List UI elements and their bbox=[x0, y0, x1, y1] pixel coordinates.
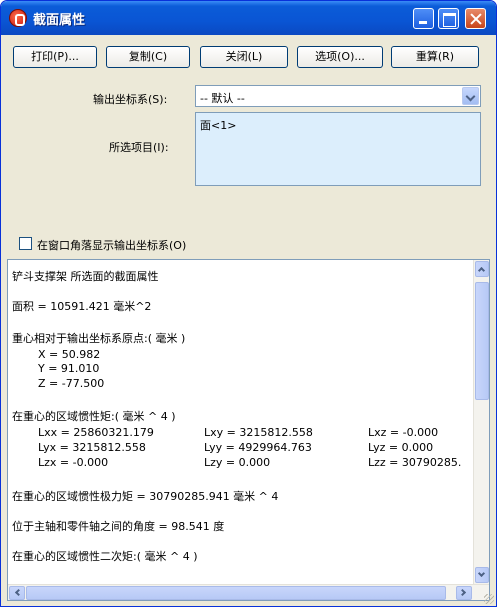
close-button[interactable]: 关闭(L) bbox=[200, 46, 288, 68]
inertia-lyz: Lyz = 0.000 bbox=[368, 441, 434, 454]
scroll-left-button[interactable] bbox=[9, 586, 25, 600]
vertical-scrollbar[interactable] bbox=[473, 260, 489, 584]
inertia-lyy: Lyy = 4929964.763 bbox=[204, 441, 312, 454]
app-logo-icon bbox=[9, 9, 27, 27]
chevron-left-icon bbox=[14, 588, 23, 597]
window-title: 截面属性 bbox=[33, 13, 86, 28]
selected-items-list[interactable]: 面<1> bbox=[195, 112, 481, 186]
output-coord-system-select[interactable]: -- 默认 -- bbox=[195, 85, 481, 107]
maximize-icon[interactable] bbox=[438, 8, 459, 29]
scroll-right-button[interactable] bbox=[456, 586, 472, 600]
vertical-scroll-thumb[interactable] bbox=[475, 282, 489, 400]
chevron-right-icon bbox=[458, 588, 467, 597]
section-properties-window: 截面属性 打印(P)... 复制(C) 关闭(L) 选项(O)... 重算(R)… bbox=[0, 0, 497, 607]
options-button[interactable]: 选项(O)... bbox=[297, 46, 383, 68]
show-coord-checkbox[interactable] bbox=[19, 237, 32, 250]
polar-moment: 在重心的区域惯性极力矩 = 30790285.941 毫米 ^ 4 bbox=[12, 490, 279, 503]
output-coord-system-label: 输出坐标系(S): bbox=[93, 93, 168, 106]
inertia-lzx: Lzx = -0.000 bbox=[38, 456, 109, 469]
recalculate-button[interactable]: 重算(R) bbox=[391, 46, 479, 68]
inertia-lxz: Lxz = -0.000 bbox=[368, 426, 439, 439]
title-bar[interactable]: 截面属性 bbox=[1, 1, 496, 35]
results-heading: 铲斗支撑架 所选面的截面属性 bbox=[12, 270, 159, 283]
principal-axis-angle: 位于主轴和零件轴之间的角度 = 98.541 度 bbox=[12, 520, 225, 533]
area-value: 面积 = 10591.421 毫米^2 bbox=[12, 300, 152, 313]
output-coord-system-value: -- 默认 -- bbox=[200, 92, 245, 105]
chevron-up-icon bbox=[477, 266, 486, 275]
centroid-y: Y = 91.010 bbox=[38, 362, 100, 375]
chevron-down-icon bbox=[477, 569, 486, 578]
minimize-icon[interactable] bbox=[413, 8, 434, 29]
centroid-heading: 重心相对于输出坐标系原点:( 毫米 ) bbox=[12, 332, 186, 345]
horizontal-scroll-thumb[interactable] bbox=[26, 586, 446, 600]
inertia-lzz: Lzz = 30790285. bbox=[368, 456, 462, 469]
show-coord-checkbox-label[interactable]: 在窗口角落显示输出坐标系(O) bbox=[37, 237, 186, 253]
resize-grip-icon[interactable] bbox=[484, 594, 494, 604]
scroll-up-button[interactable] bbox=[475, 261, 489, 277]
centroid-x: X = 50.982 bbox=[38, 348, 101, 361]
list-item[interactable]: 面<1> bbox=[200, 117, 236, 133]
copy-button[interactable]: 复制(C) bbox=[106, 46, 190, 68]
close-icon[interactable] bbox=[465, 8, 486, 29]
selected-items-label: 所选项目(I): bbox=[109, 141, 169, 154]
scroll-down-button[interactable] bbox=[475, 567, 489, 583]
horizontal-scrollbar[interactable] bbox=[8, 584, 489, 600]
chevron-down-icon[interactable] bbox=[462, 87, 479, 105]
results-panel[interactable]: 铲斗支撑架 所选面的截面属性 面积 = 10591.421 毫米^2 重心相对于… bbox=[7, 259, 490, 601]
second-moment-heading: 在重心的区域惯性二次矩:( 毫米 ^ 4 ) bbox=[12, 550, 198, 563]
centroid-z: Z = -77.500 bbox=[38, 377, 105, 390]
inertia-lyx: Lyx = 3215812.558 bbox=[38, 441, 146, 454]
inertia-lxy: Lxy = 3215812.558 bbox=[204, 426, 313, 439]
inertia-lxx: Lxx = 25860321.179 bbox=[38, 426, 154, 439]
print-button[interactable]: 打印(P)... bbox=[13, 46, 97, 68]
inertia-lzy: Lzy = 0.000 bbox=[204, 456, 271, 469]
inertia-heading: 在重心的区域惯性矩:( 毫米 ^ 4 ) bbox=[12, 410, 176, 423]
